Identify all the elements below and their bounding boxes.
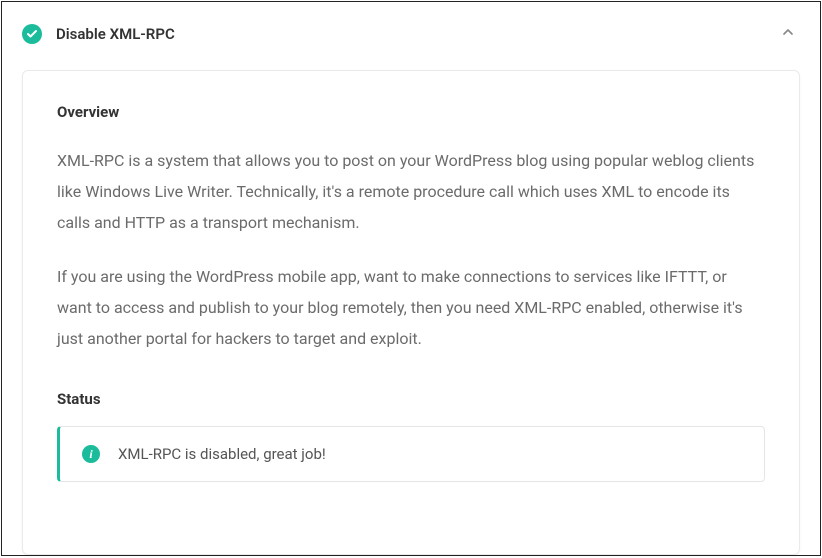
settings-panel: Disable XML-RPC Overview XML-RPC is a sy… [1, 1, 821, 556]
chevron-up-icon[interactable] [776, 20, 800, 48]
overview-paragraph-2: If you are using the WordPress mobile ap… [57, 261, 765, 355]
check-circle-icon [22, 24, 42, 44]
accordion-header[interactable]: Disable XML-RPC [2, 2, 820, 70]
status-notice: i XML-RPC is disabled, great job! [57, 426, 765, 482]
status-message: XML-RPC is disabled, great job! [118, 445, 326, 463]
content-card: Overview XML-RPC is a system that allows… [22, 70, 800, 555]
overview-heading: Overview [57, 103, 765, 121]
overview-paragraph-1: XML-RPC is a system that allows you to p… [57, 145, 765, 239]
info-icon: i [82, 445, 100, 463]
status-heading: Status [57, 390, 765, 408]
accordion-title: Disable XML-RPC [56, 25, 776, 43]
